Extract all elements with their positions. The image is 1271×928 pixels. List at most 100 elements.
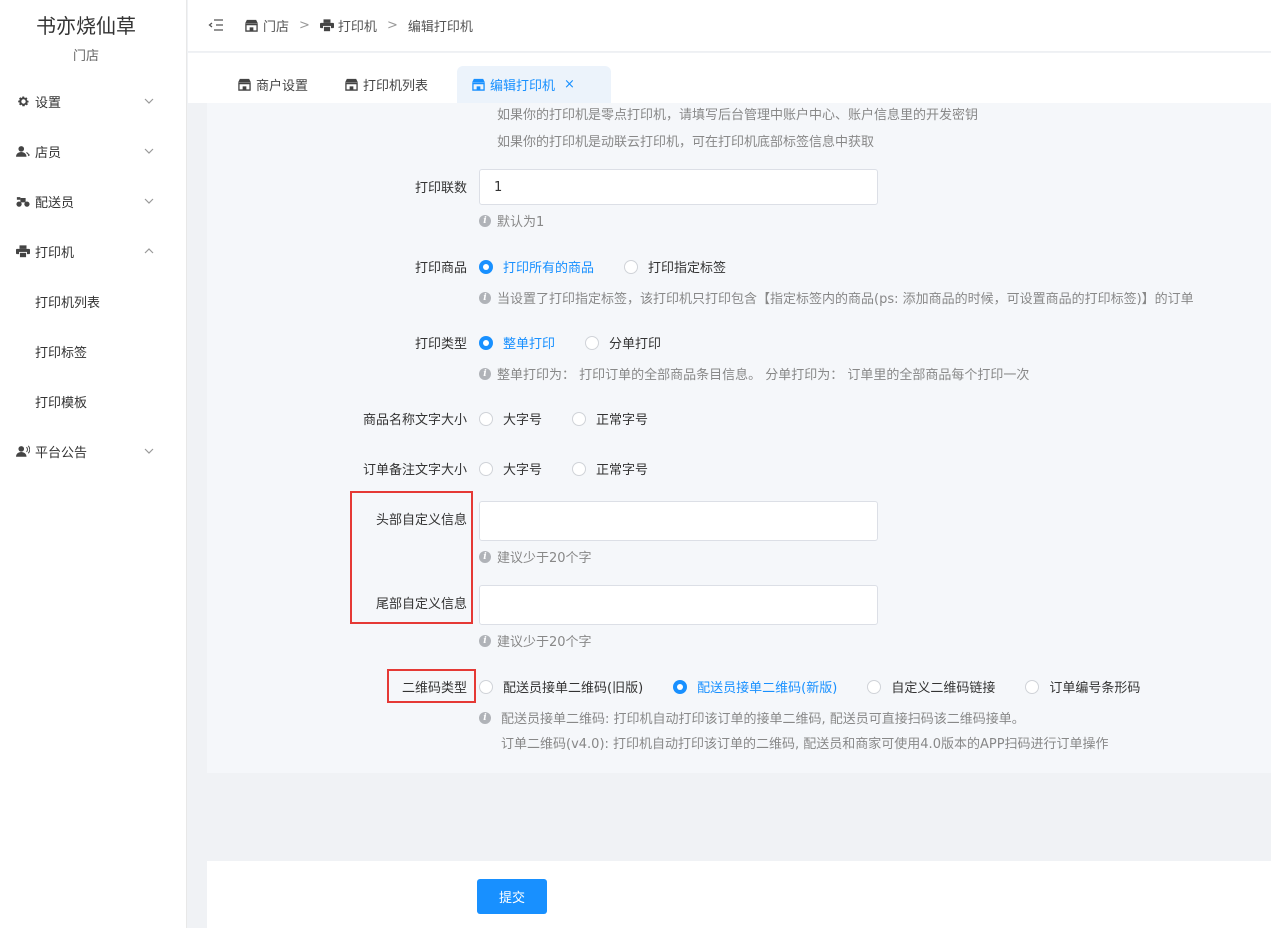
brand-name: 书亦烧仙草 [36,14,136,38]
collapse-menu-icon[interactable] [208,17,224,33]
qrcode-radio-group: 配送员接单二维码(旧版) 配送员接单二维码(新版) 自定义二维码链接 订单编号条… [479,677,1140,696]
print-type-option-whole[interactable]: 整单打印 [479,333,555,352]
radio-checked [673,679,688,694]
sidebar-item-staff[interactable]: 店员 [0,131,172,171]
radio-checked [479,259,493,274]
radio-label: 正常字号 [596,413,649,428]
printer-icon [16,244,30,258]
print-goods-hint-text: 当设置了打印指定标签，该打印机只打印包含【指定标签内的商品(ps: 添加商品的时… [497,292,1194,307]
footer-info-input[interactable] [479,585,878,625]
sidebar: 书亦烧仙草 门店 设置 店员 配送员 打印机 打印机列表 打印标签 打印模板 平… [0,0,187,928]
qrcode-option-barcode[interactable]: 订单编号条形码 [1025,677,1140,696]
chevron-up-icon [144,248,154,254]
tab-merchant-settings[interactable]: 商户设置 [223,66,322,103]
submit-bar [207,861,1271,928]
footer-info-hint-text: 建议少于20个字 [497,635,592,650]
close-icon[interactable]: × [564,77,575,92]
print-goods-option-tag[interactable]: 打印指定标签 [624,257,726,276]
header-info-hint: i 建议少于20个字 [479,547,592,566]
radio-checked [479,335,493,350]
radio-unchecked [572,461,587,476]
print-goods-hint: i 当设置了打印指定标签，该打印机只打印包含【指定标签内的商品(ps: 添加商品… [479,288,1194,307]
goods-font-option-normal[interactable]: 正常字号 [572,409,648,428]
radio-unchecked [1025,679,1040,694]
store-icon [238,78,251,91]
user-icon [16,144,30,158]
print-goods-radio-group: 打印所有的商品 打印指定标签 [479,257,726,276]
radio-label: 大字号 [503,413,543,428]
remark-font-radio-group: 大字号 正常字号 [479,459,648,478]
info-icon: i [479,214,491,227]
goods-font-option-large[interactable]: 大字号 [479,409,542,428]
highlight-box-qrcode [387,669,476,703]
announcement-icon [16,444,30,458]
printer-icon [319,19,334,32]
info-icon: i [479,291,491,304]
breadcrumb-store-label: 门店 [263,20,290,35]
sidebar-item-couriers[interactable]: 配送员 [0,181,172,221]
print-type-hint: i 整单打印为： 打印订单的全部商品条目信息。 分单打印为： 订单里的全部商品每… [479,364,1029,383]
copies-input[interactable]: 1 [479,169,878,205]
qrcode-option-courier-old[interactable]: 配送员接单二维码(旧版) [479,677,643,696]
remark-font-option-large[interactable]: 大字号 [479,459,542,478]
sidebar-item-label: 配送员 [35,195,75,211]
goods-font-size-label: 商品名称文字大小 [362,413,467,428]
radio-label: 整单打印 [503,337,556,352]
info-icon: i [479,711,491,724]
breadcrumb: 门店 > 打印机 > 编辑打印机 [244,16,473,35]
chevron-down-icon [144,198,154,204]
chevron-down-icon [144,448,154,454]
qrcode-hint-1-text: 配送员接单二维码: 打印机自动打印该订单的接单二维码, 配送员可直接扫码该二维码… [501,712,1025,727]
sidebar-item-printer-list[interactable]: 打印机列表 [0,281,172,321]
remark-font-option-normal[interactable]: 正常字号 [572,459,648,478]
qrcode-hint-2: 订单二维码(v4.0): 打印机自动打印该订单的二维码, 配送员和商家可使用4.… [501,737,1109,752]
tab-label: 打印机列表 [363,79,429,94]
breadcrumb-printer[interactable]: 打印机 [319,16,377,35]
copies-label: 打印联数 [414,181,467,196]
print-goods-option-all[interactable]: 打印所有的商品 [479,257,594,276]
radio-label: 订单编号条形码 [1049,681,1141,696]
copies-hint: i 默认为1 [479,211,544,230]
print-type-label: 打印类型 [414,337,467,352]
radio-unchecked [624,259,639,274]
secret-key-hint-2: 如果你的打印机是动联云打印机，可在打印机底部标签信息中获取 [497,135,875,150]
qrcode-hint-1: i 配送员接单二维码: 打印机自动打印该订单的接单二维码, 配送员可直接扫码该二… [479,708,1025,727]
radio-unchecked [479,461,493,476]
header-info-input[interactable] [479,501,878,541]
radio-unchecked [479,411,493,426]
header-info-hint-text: 建议少于20个字 [497,551,592,566]
print-type-radio-group: 整单打印 分单打印 [479,333,661,352]
brand: 书亦烧仙草 门店 [0,10,172,64]
sidebar-item-label: 设置 [35,95,62,111]
print-type-option-split[interactable]: 分单打印 [585,333,661,352]
motorbike-icon [16,194,30,208]
tab-printer-list[interactable]: 打印机列表 [330,66,442,103]
top-header: 门店 > 打印机 > 编辑打印机 [188,0,1271,52]
info-icon: i [479,550,491,563]
sidebar-item-printer[interactable]: 打印机 [0,231,172,271]
info-icon: i [479,634,491,647]
submit-button[interactable]: 提交 [477,879,547,914]
sidebar-item-label: 打印机 [35,245,75,261]
secret-key-hint-1: 如果你的打印机是零点打印机，请填写后台管理中账户中心、账户信息里的开发密钥 [497,108,979,123]
radio-label: 配送员接单二维码(旧版) [503,681,644,696]
sidebar-item-print-templates[interactable]: 打印模板 [0,381,172,421]
radio-unchecked [572,411,587,426]
footer-info-hint: i 建议少于20个字 [479,631,592,650]
sidebar-item-print-labels[interactable]: 打印标签 [0,331,172,371]
breadcrumb-store[interactable]: 门店 [244,16,289,35]
tab-edit-printer[interactable]: 编辑打印机 × [457,66,611,103]
radio-unchecked [867,679,882,694]
qrcode-option-courier-new[interactable]: 配送员接单二维码(新版) [673,677,837,696]
breadcrumb-separator: > [299,18,310,33]
tab-bar: 商户设置 打印机列表 编辑打印机 × [188,53,1271,103]
print-type-hint-text: 整单打印为： 打印订单的全部商品条目信息。 分单打印为： 订单里的全部商品每个打… [497,368,1030,383]
radio-unchecked [479,679,493,694]
qrcode-option-custom-link[interactable]: 自定义二维码链接 [867,677,995,696]
sidebar-item-announcements[interactable]: 平台公告 [0,431,172,471]
sidebar-item-settings[interactable]: 设置 [0,81,172,121]
radio-label: 打印指定标签 [648,261,727,276]
chevron-down-icon [144,98,154,104]
breadcrumb-edit-label: 编辑打印机 [407,20,473,35]
store-icon [472,78,485,91]
